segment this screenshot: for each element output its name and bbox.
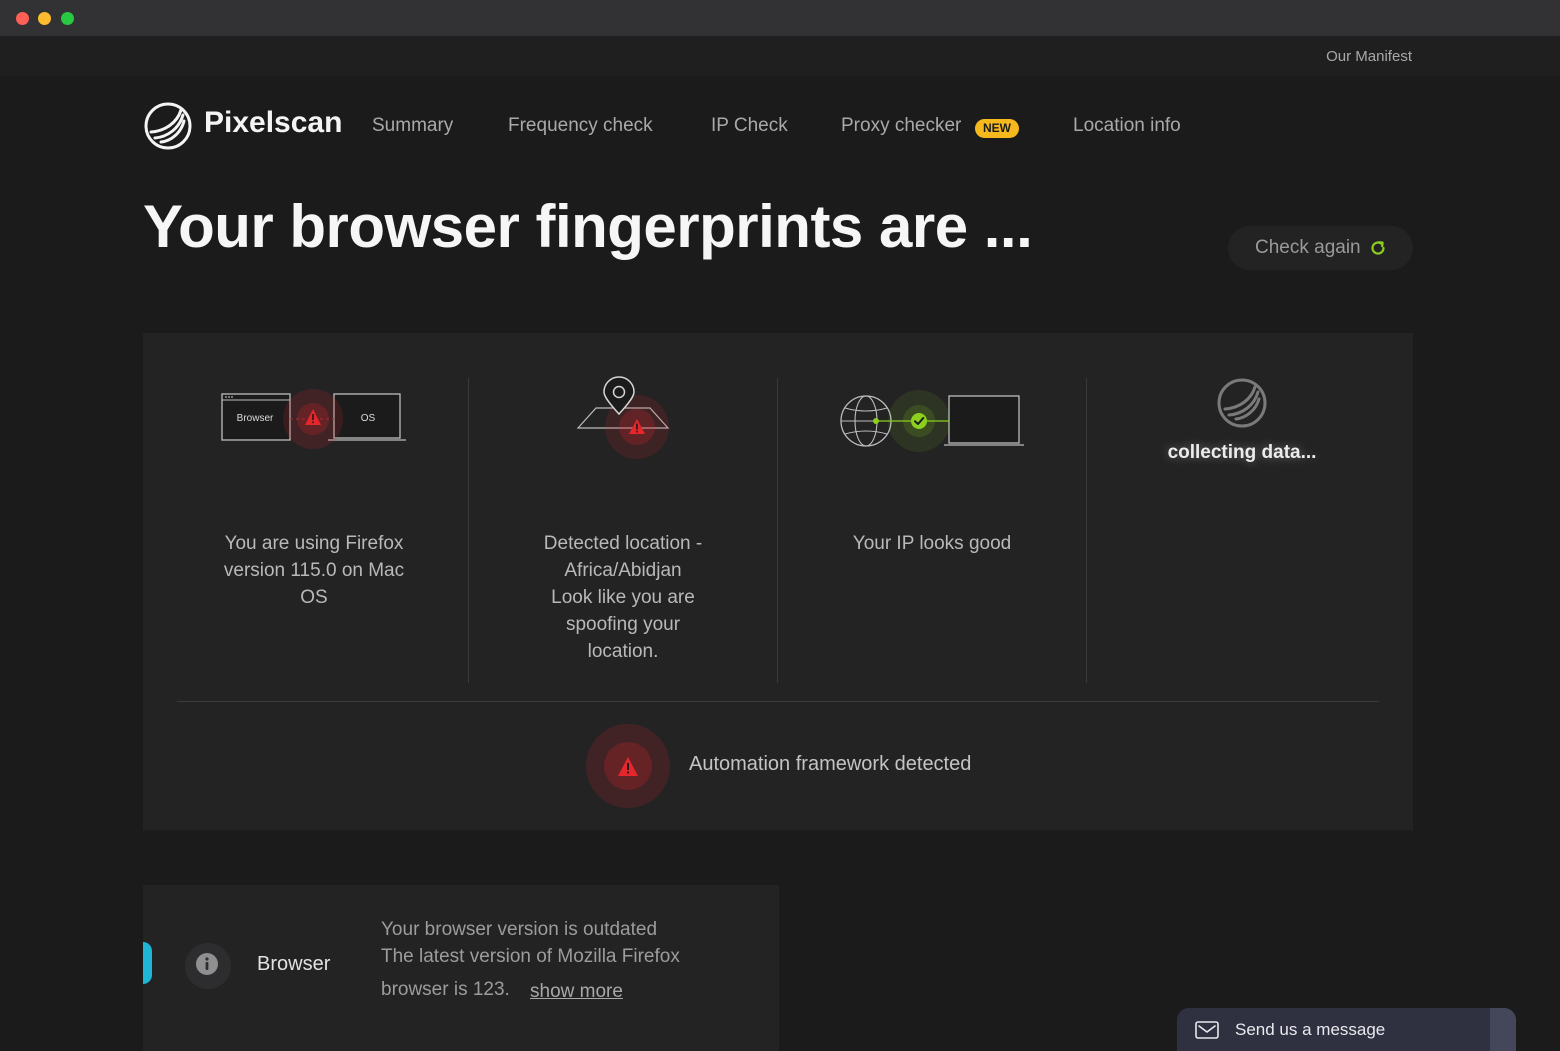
chat-corner-decoration	[1490, 1008, 1516, 1051]
window-titlebar	[0, 0, 1560, 36]
location-result-line: location.	[587, 641, 659, 662]
automation-warning-illustration	[586, 724, 670, 808]
pixelscan-logo-icon[interactable]	[143, 101, 193, 151]
ip-check-illustration	[840, 390, 1024, 452]
nav-proxy-checker[interactable]: Proxy checker	[841, 115, 961, 137]
browser-detail-line: The latest version of Mozilla Firefox	[381, 946, 680, 967]
automation-detected-text: Automation framework detected	[689, 753, 972, 775]
browser-detail-line: browser is 123.	[381, 979, 510, 1000]
refresh-icon	[1371, 241, 1385, 255]
check-circle-icon	[911, 413, 927, 429]
nav-frequency-check[interactable]: Frequency check	[508, 115, 653, 137]
column-divider	[777, 378, 778, 683]
nav-ip-check[interactable]: IP Check	[711, 115, 788, 137]
nav-summary[interactable]: Summary	[372, 115, 453, 137]
browser-device-label: Browser	[236, 413, 274, 424]
column-divider	[1086, 378, 1087, 683]
brand-name[interactable]: Pixelscan	[204, 106, 342, 140]
mail-icon	[1195, 1021, 1219, 1039]
browser-section-label: Browser	[257, 953, 331, 975]
location-result-line: Detected location -	[543, 533, 703, 554]
ip-result-text: Your IP looks good	[852, 533, 1012, 554]
os-device-label: OS	[360, 413, 376, 424]
row-divider	[177, 701, 1379, 702]
our-manifest-link[interactable]: Our Manifest	[1326, 48, 1412, 65]
status-indicator-tab	[143, 942, 152, 984]
location-result-line: Look like you are	[551, 587, 695, 608]
location-result-line: Africa/Abidjan	[564, 560, 682, 581]
collecting-data-text: collecting data...	[1167, 442, 1317, 463]
info-icon[interactable]	[185, 943, 231, 989]
show-more-link[interactable]: show more	[530, 981, 623, 1003]
column-divider	[468, 378, 469, 683]
browser-result-line: OS	[300, 587, 328, 608]
browser-result-line: version 115.0 on Mac	[223, 560, 405, 581]
send-message-button[interactable]: Send us a message	[1177, 1008, 1516, 1051]
minimize-window-button[interactable]	[38, 12, 51, 25]
page-title: Your browser fingerprints are ...	[143, 193, 1033, 260]
nav-location-info[interactable]: Location info	[1073, 115, 1181, 137]
loading-logo-icon	[1217, 378, 1267, 428]
browser-detail-line: Your browser version is outdated	[381, 919, 658, 940]
location-illustration	[576, 376, 670, 459]
browser-result-text: You are using Firefox version 115.0 on M…	[184, 530, 444, 611]
browser-detail-panel	[143, 885, 779, 1051]
send-message-label: Send us a message	[1235, 1020, 1386, 1039]
check-again-label: Check again	[1255, 237, 1361, 258]
browser-result-line: You are using Firefox	[224, 533, 404, 554]
check-again-button[interactable]: Check again	[1228, 226, 1413, 270]
maximize-window-button[interactable]	[61, 12, 74, 25]
location-result-text: Detected location - Africa/Abidjan Look …	[493, 530, 753, 665]
location-result-line: spoofing your	[565, 614, 681, 635]
close-window-button[interactable]	[16, 12, 29, 25]
new-badge: NEW	[975, 119, 1019, 138]
